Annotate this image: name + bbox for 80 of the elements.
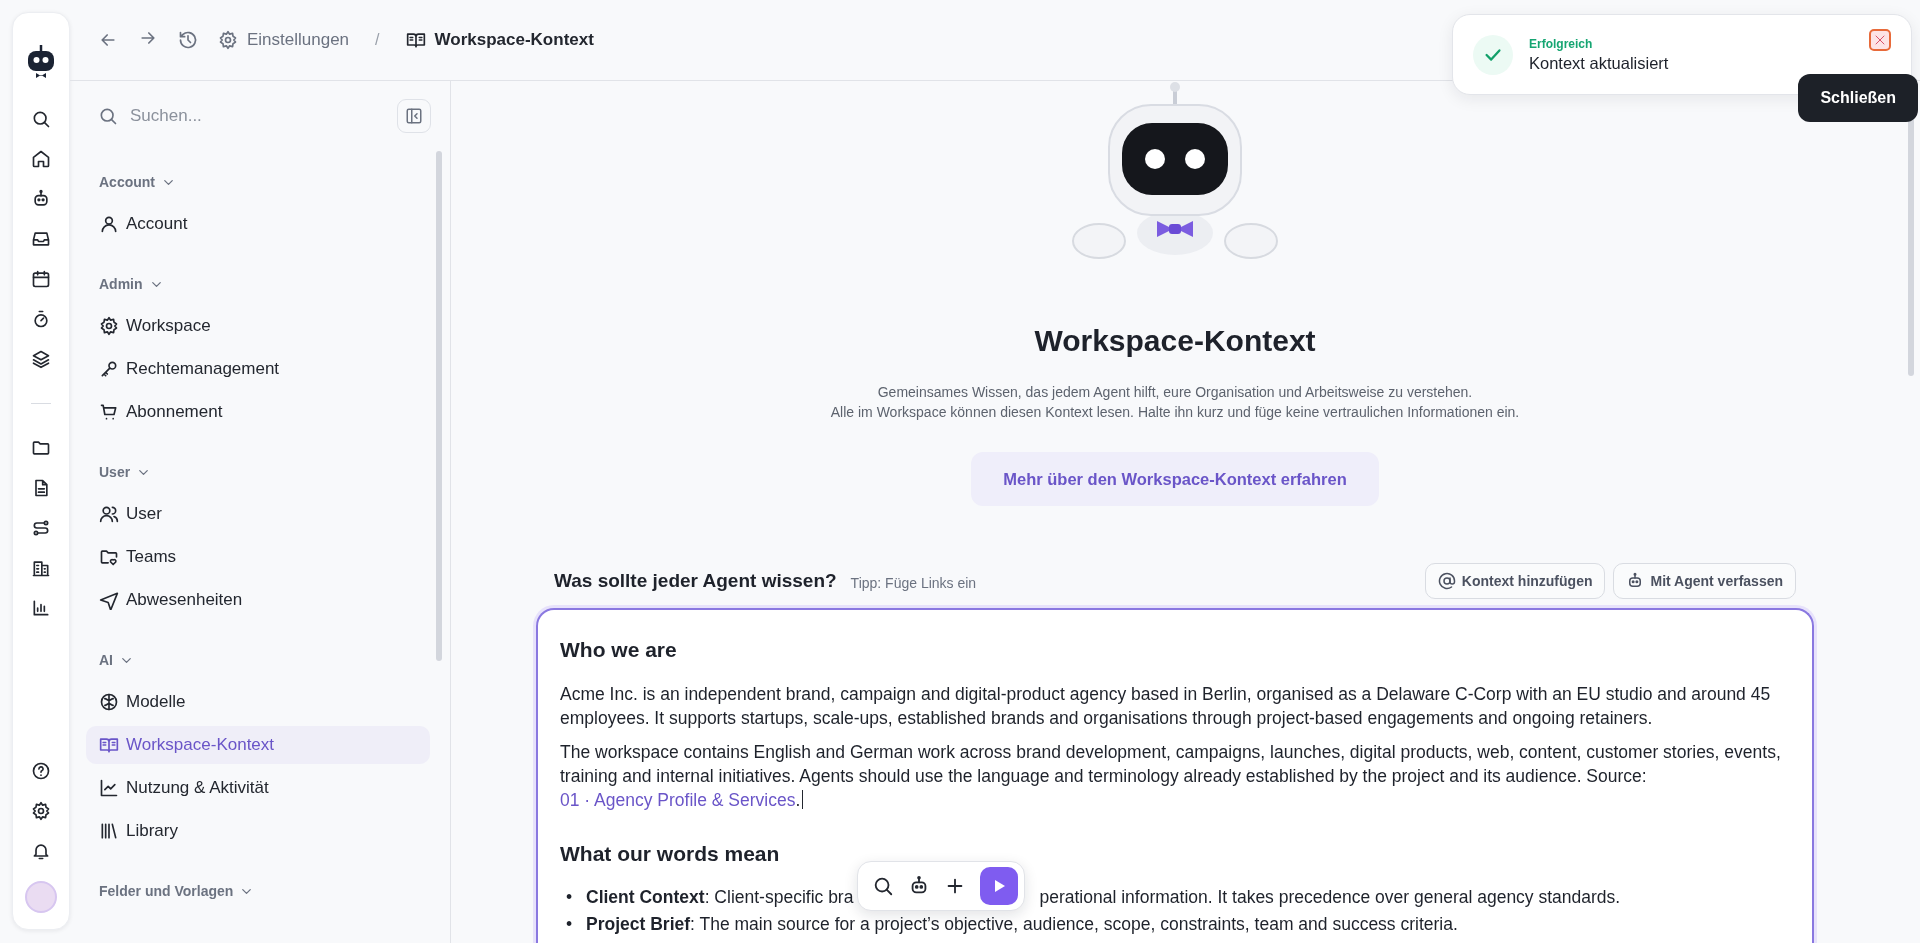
folder-icon[interactable] bbox=[31, 438, 51, 458]
section-heading: What our words mean bbox=[560, 842, 781, 866]
settings-icon bbox=[99, 316, 119, 336]
sidebar-item[interactable]: Modelle bbox=[86, 683, 430, 721]
sidebar-item[interactable]: Abwesenheiten bbox=[86, 581, 430, 619]
list-item-text: Project Brief: The main source for a project’s objective, audience, scope, constraints, team and success criteria. bbox=[586, 914, 1458, 934]
sidebar-collapse-icon bbox=[405, 107, 423, 125]
tip-text: Tipp: Füge Links ein bbox=[850, 575, 977, 591]
sidebar-item[interactable]: Workspace-Kontext bbox=[86, 726, 430, 764]
plane-icon bbox=[99, 590, 119, 610]
calendar-icon[interactable] bbox=[31, 269, 51, 289]
section-heading: Who we are bbox=[560, 638, 678, 662]
collapse-sidebar-button[interactable] bbox=[397, 99, 431, 133]
section-header[interactable]: Account bbox=[86, 171, 182, 193]
search-icon[interactable] bbox=[31, 109, 51, 129]
description-text: Alle im Workspace können diesen Kontext lesen. Halte ihn kurz und füge keine vertraulichen Informationen ein. bbox=[830, 403, 1520, 422]
breadcrumb-link[interactable]: Einstellungen bbox=[218, 30, 350, 50]
bell-icon[interactable] bbox=[31, 841, 51, 861]
folder-heart-icon bbox=[99, 547, 119, 567]
home-icon[interactable] bbox=[31, 149, 51, 169]
run-button[interactable] bbox=[980, 867, 1019, 905]
settings-icon bbox=[218, 30, 238, 50]
layers-icon[interactable] bbox=[31, 349, 51, 369]
bullet-marker: • bbox=[566, 913, 574, 936]
search-field[interactable]: Suchen... bbox=[128, 105, 387, 127]
history-icon[interactable] bbox=[178, 30, 198, 50]
sidebar-item[interactable]: Nutzung & Aktivität bbox=[86, 769, 430, 807]
sidebar-item[interactable]: Library bbox=[86, 812, 430, 850]
book-icon bbox=[99, 735, 119, 755]
scrollbar[interactable] bbox=[436, 151, 442, 661]
close-button[interactable] bbox=[1869, 29, 1891, 51]
key-icon bbox=[99, 359, 119, 379]
description-text: Gemeinsames Wissen, das jedem Agent hilft, eure Organisation und Arbeitsweise zu verstehen. bbox=[876, 383, 1474, 402]
learn-more-button[interactable]: Mehr über den Workspace-Kontext erfahren bbox=[971, 452, 1379, 506]
inbox-icon[interactable] bbox=[31, 229, 51, 249]
robot-icon[interactable] bbox=[31, 189, 51, 209]
search-icon bbox=[98, 106, 118, 126]
paragraph: Acme Inc. is an independent brand, campaign and digital-product agency based in Berlin, organised as a Delaware C-Corp with an EU studio and around 45 employees. It supports startups, scale-ups, established brands and organisations through project-based engagements and ongoing retainers. bbox=[560, 683, 1772, 730]
search-icon[interactable] bbox=[872, 875, 895, 897]
source-link[interactable]: 01 · Agency Profile & Services bbox=[560, 790, 796, 810]
user-icon bbox=[99, 214, 119, 234]
add-context-button[interactable]: Kontext hinzufügen bbox=[1424, 563, 1606, 599]
section-header[interactable]: Admin bbox=[86, 273, 170, 295]
breadcrumb-current: Workspace-Kontext bbox=[405, 30, 594, 50]
page-title: Workspace-Kontext bbox=[1034, 323, 1316, 359]
sidebar-item[interactable]: Teams bbox=[86, 538, 430, 576]
robot-logo-icon[interactable] bbox=[26, 45, 56, 79]
building-icon[interactable] bbox=[31, 558, 51, 578]
compose-button[interactable]: Mit Agent verfassen bbox=[1613, 563, 1796, 599]
bar-chart-icon[interactable] bbox=[31, 598, 51, 618]
text-cursor bbox=[802, 790, 804, 809]
cart-icon bbox=[99, 402, 119, 422]
line-chart-icon bbox=[99, 778, 119, 798]
editor-heading: Was sollte jeder Agent wissen? bbox=[554, 570, 837, 592]
library-icon bbox=[99, 821, 119, 841]
settings-icon[interactable] bbox=[31, 801, 51, 821]
timer-icon[interactable] bbox=[31, 309, 51, 329]
bullet-marker: • bbox=[566, 886, 574, 909]
help-icon[interactable] bbox=[31, 761, 51, 781]
at-icon bbox=[1437, 572, 1456, 590]
route-icon[interactable] bbox=[31, 518, 51, 538]
tooltip: Schließen bbox=[1798, 74, 1918, 122]
users-icon bbox=[99, 504, 119, 524]
paragraph: The workspace contains English and German work across brand development, campaigns, launches, digital products, web, content, customer stories, events, training and internal initiatives. Agents should use the language and terminology already established by the project and its audience. Source: 01 · Agency Profile & Services. bbox=[560, 741, 1782, 812]
toast-message: Kontext aktualisiert bbox=[1529, 53, 1669, 73]
section-header[interactable]: User bbox=[86, 461, 158, 483]
sidebar-item[interactable]: Abonnement bbox=[86, 393, 430, 431]
list-item-text: perational information. It takes precedence over general agency standards. bbox=[1039, 887, 1621, 907]
breadcrumb-separator: / bbox=[375, 31, 380, 49]
sidebar-item[interactable]: Account bbox=[86, 205, 430, 243]
sidebar-item[interactable]: Rechtemanagement bbox=[86, 350, 430, 388]
context-editor[interactable] bbox=[536, 608, 1814, 943]
sidebar-item[interactable]: User bbox=[86, 495, 430, 533]
book-icon bbox=[405, 30, 426, 50]
section-header[interactable]: Felder und Vorlagen bbox=[86, 880, 261, 902]
section-header[interactable]: AI bbox=[86, 649, 140, 671]
sidebar-item[interactable]: Workspace bbox=[86, 307, 430, 345]
list-item-text: Client Context: Client-specific bra bbox=[586, 887, 854, 907]
toast-status: Erfolgreich bbox=[1529, 36, 1594, 51]
brain-icon bbox=[99, 692, 119, 712]
